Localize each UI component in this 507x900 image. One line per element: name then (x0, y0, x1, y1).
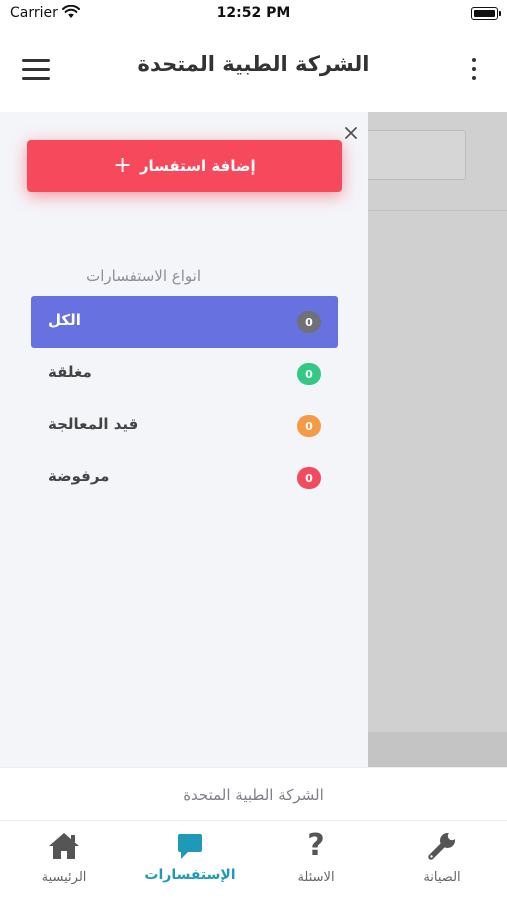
background-divider (368, 210, 507, 211)
footer-company-bar: الشركة الطبية المتحدة (0, 767, 507, 821)
nav-label: الصيانة (423, 870, 461, 885)
type-item-all[interactable]: الكل 0 (31, 296, 338, 348)
count-badge: 0 (297, 363, 321, 385)
count-badge: 0 (297, 311, 321, 333)
type-label: الكل (48, 311, 81, 329)
wrench-icon (379, 829, 505, 863)
background-strip (368, 732, 507, 767)
type-label: قيد المعالجة (48, 415, 139, 433)
status-time: 12:52 PM (216, 5, 291, 21)
nav-item-home[interactable]: الرئيسية (1, 821, 127, 900)
home-icon (1, 829, 127, 863)
app-header: الشركة الطبية المتحدة (0, 28, 507, 112)
type-item-closed[interactable]: مغلقة 0 (31, 348, 338, 400)
filter-drawer: إضافة استفسار + انواع الاستفسارات الكل 0… (0, 112, 368, 767)
question-icon: ? (253, 829, 379, 863)
nav-label: الإستفسارات (144, 867, 236, 883)
type-item-in-progress[interactable]: قيد المعالجة 0 (31, 400, 338, 452)
nav-item-questions[interactable]: ? الاسئلة (253, 821, 379, 900)
type-label: مرفوضة (48, 467, 110, 485)
status-bar: Carrier 12:52 PM (0, 0, 507, 28)
question-glyph: ? (307, 828, 325, 863)
battery-icon (471, 7, 501, 20)
page-title: الشركة الطبية المتحدة (137, 52, 370, 76)
nav-item-inquiries[interactable]: الإستفسارات (127, 821, 253, 900)
close-icon[interactable] (343, 125, 359, 141)
add-inquiry-button[interactable]: إضافة استفسار + (27, 140, 342, 192)
type-label: مغلقة (48, 363, 92, 381)
nav-item-maintenance[interactable]: الصيانة (379, 821, 505, 900)
nav-label: الرئيسية (41, 870, 87, 885)
background-search-field (360, 130, 466, 180)
chat-icon (127, 829, 253, 863)
bottom-nav: الصيانة ? الاسئلة الإستفسارات الرئيسية (0, 821, 507, 900)
add-inquiry-label: إضافة استفسار (139, 157, 256, 175)
count-badge: 0 (297, 467, 321, 489)
more-options-icon[interactable] (466, 56, 482, 82)
footer-company-name: الشركة الطبية المتحدة (183, 786, 324, 804)
nav-label: الاسئلة (297, 870, 335, 885)
type-item-rejected[interactable]: مرفوضة 0 (31, 452, 338, 504)
plus-icon: + (113, 153, 132, 178)
count-badge: 0 (297, 415, 321, 437)
inquiry-types-heading: انواع الاستفسارات (86, 267, 201, 285)
